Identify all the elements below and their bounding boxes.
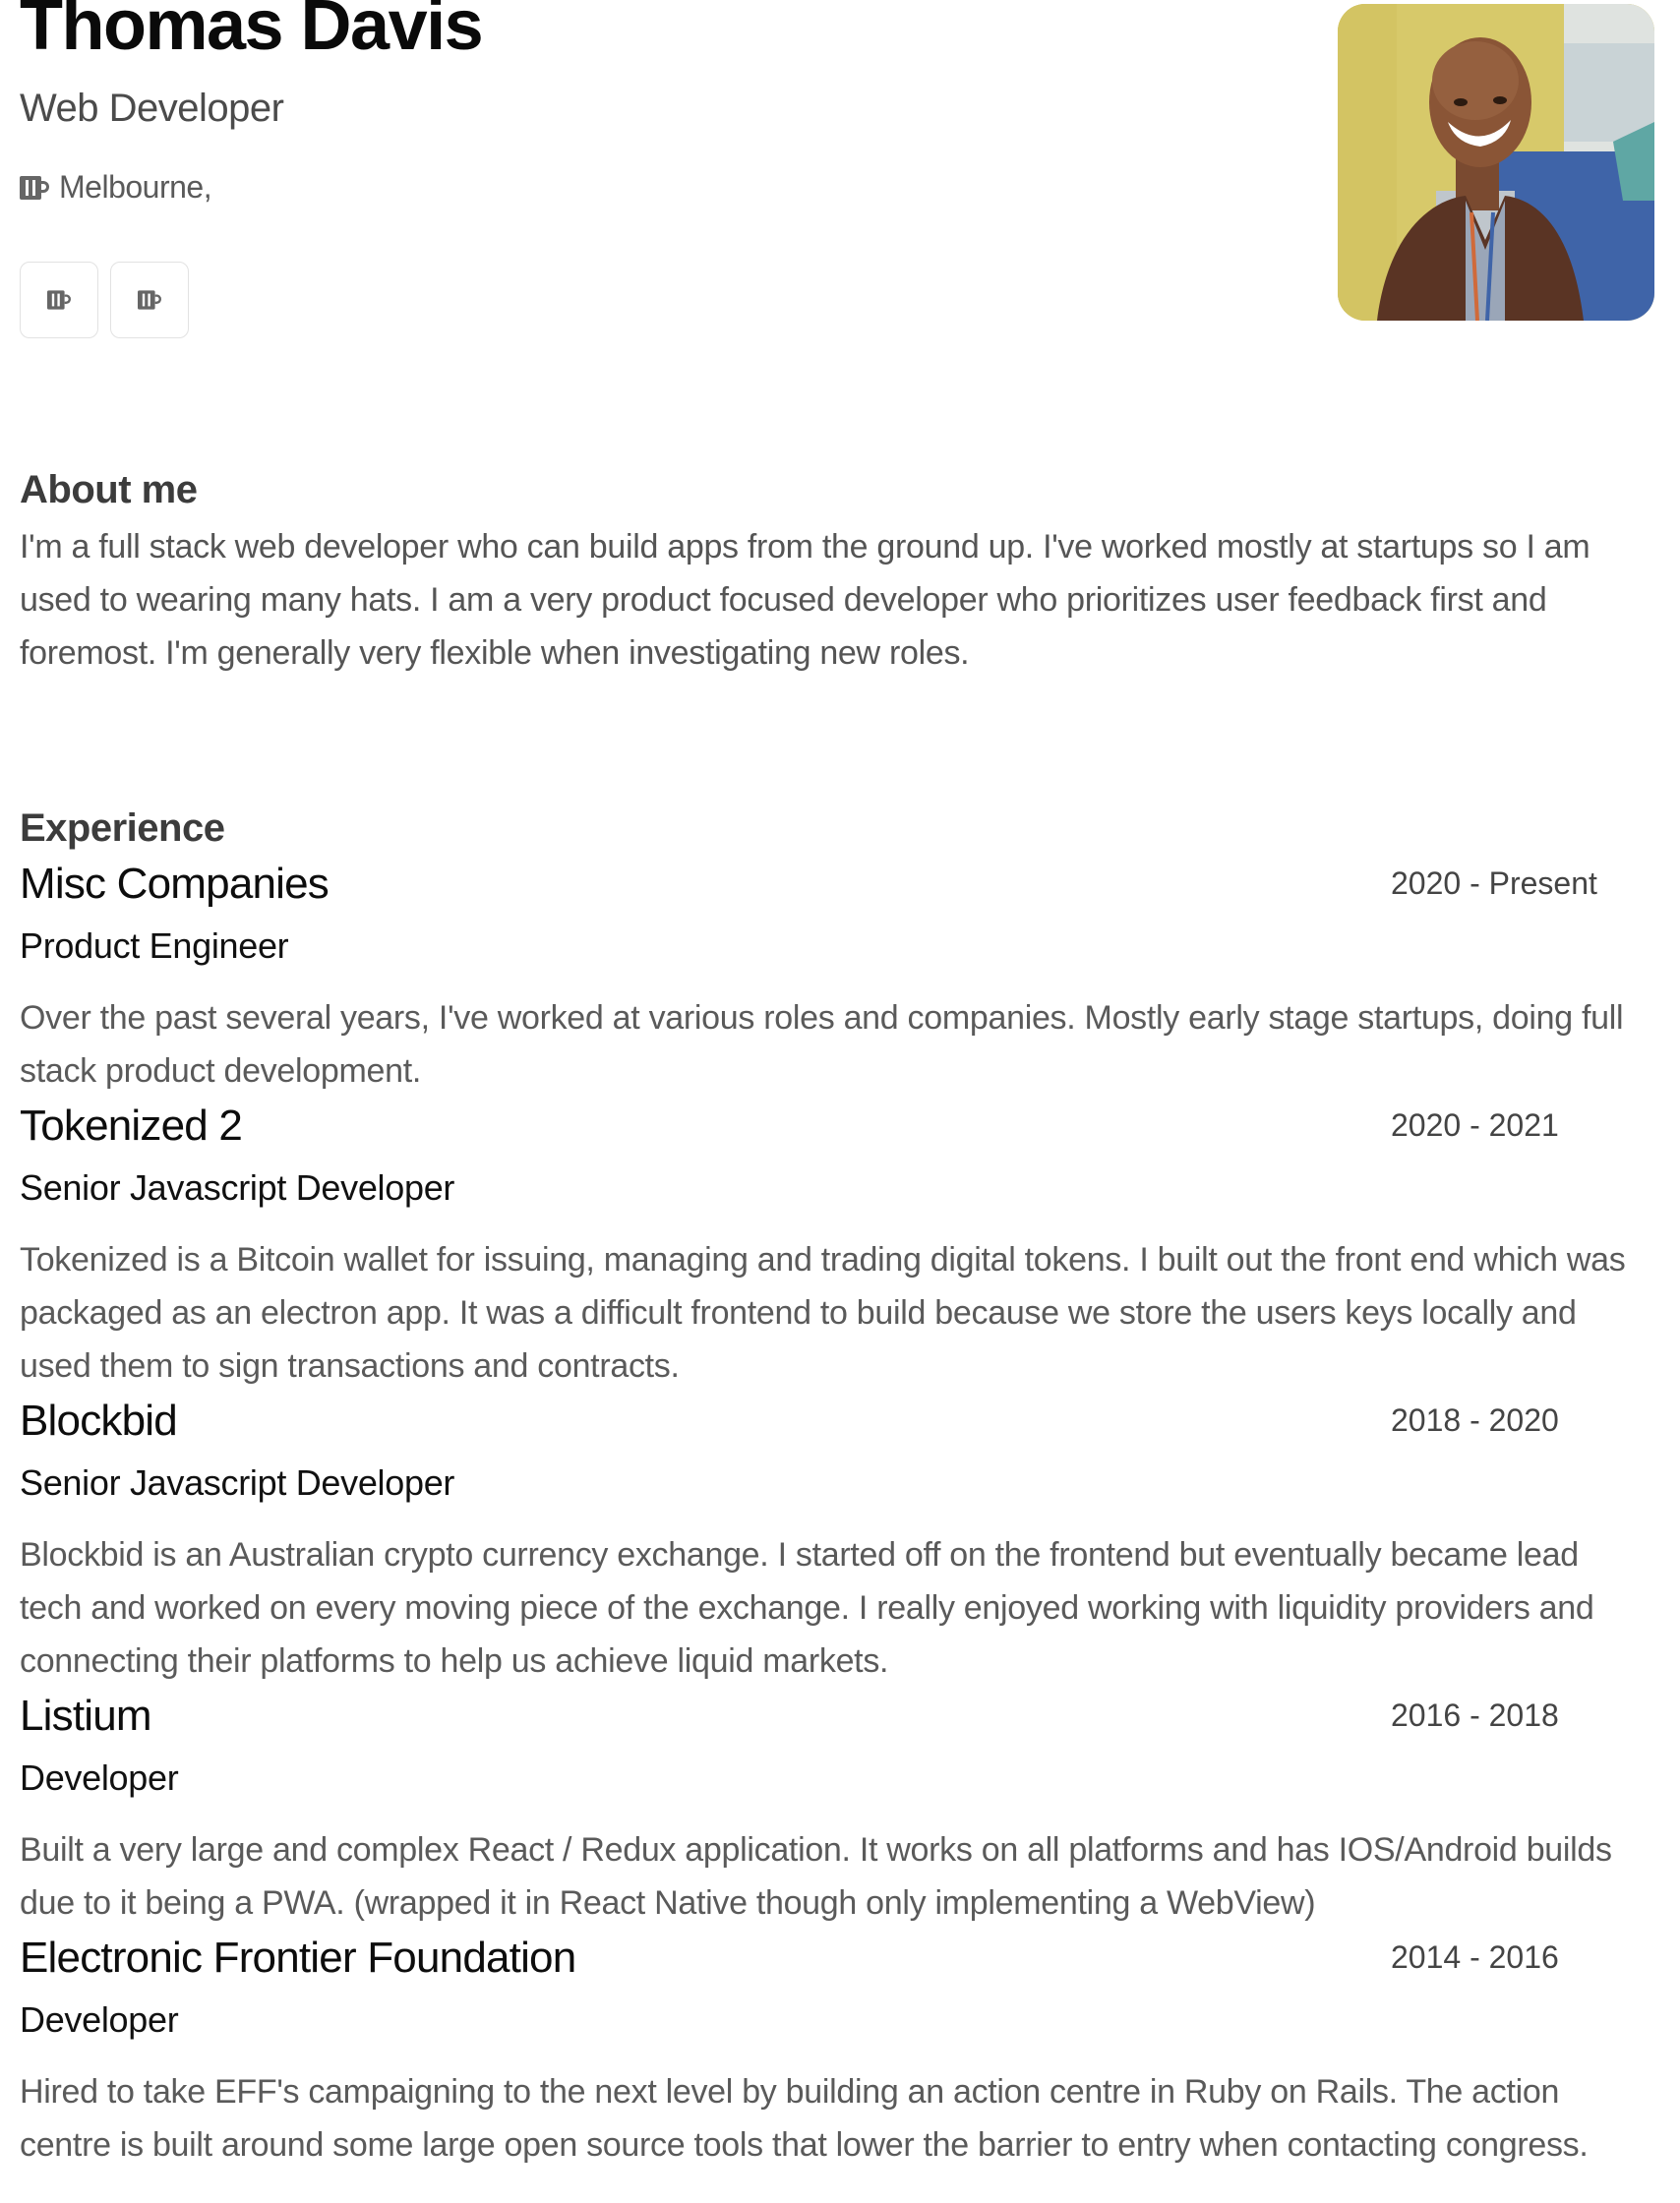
job-company: Listium xyxy=(20,1692,152,1740)
job-company: Blockbid xyxy=(20,1397,178,1445)
job-dates: 2020 - 2021 xyxy=(1391,1107,1559,1143)
job-entry: Listium 2016 - 2018 Developer Built a ve… xyxy=(20,1688,1643,1930)
mug-icon xyxy=(20,175,49,200)
mug-icon xyxy=(47,290,71,310)
job-entry: Tokenized 2 2020 - 2021 Senior Javascrip… xyxy=(20,1098,1643,1393)
social-link-button[interactable] xyxy=(20,262,98,338)
job-dates: 2018 - 2020 xyxy=(1391,1402,1559,1438)
job-company: Tokenized 2 xyxy=(20,1102,243,1150)
job-description: Tokenized is a Bitcoin wallet for issuin… xyxy=(20,1241,1626,1385)
job-company: Electronic Frontier Foundation xyxy=(20,1934,576,1982)
job-role: Senior Javascript Developer xyxy=(20,1462,455,1503)
job-role: Developer xyxy=(20,1757,179,1798)
job-dates: 2014 - 2016 xyxy=(1391,1939,1559,1975)
about-section: About me I'm a full stack web developer … xyxy=(20,468,1643,680)
job-role: Product Engineer xyxy=(20,925,289,966)
avatar-photo xyxy=(1338,4,1654,321)
job-entry: Blockbid 2018 - 2020 Senior Javascript D… xyxy=(20,1393,1643,1688)
job-description: Built a very large and complex React / R… xyxy=(20,1831,1612,1922)
job-dates: 2016 - 2018 xyxy=(1391,1697,1559,1733)
job-company: Misc Companies xyxy=(20,860,330,908)
job-entry: Misc Companies 2020 - Present Product En… xyxy=(20,856,1643,1098)
profile-location: Melbourne, xyxy=(20,169,212,206)
experience-section: Experience Misc Companies 2020 - Present… xyxy=(20,806,1643,2172)
experience-heading: Experience xyxy=(20,806,225,850)
social-link-button[interactable] xyxy=(110,262,189,338)
job-description: Hired to take EFF's campaigning to the n… xyxy=(20,2073,1589,2164)
profile-header: Thomas Davis Web Developer Melbourne, xyxy=(20,0,1654,393)
job-dates: 2020 - Present xyxy=(1391,865,1597,901)
social-links xyxy=(20,262,189,338)
job-description: Blockbid is an Australian crypto currenc… xyxy=(20,1536,1594,1680)
mug-icon xyxy=(138,290,161,310)
job-role: Developer xyxy=(20,1999,179,2040)
profile-title: Web Developer xyxy=(20,87,284,130)
location-text: Melbourne, xyxy=(59,169,212,205)
job-description: Over the past several years, I've worked… xyxy=(20,999,1624,1090)
avatar xyxy=(1338,4,1654,321)
resume-page: Thomas Davis Web Developer Melbourne, Ab… xyxy=(20,0,1654,2164)
job-entry: Electronic Frontier Foundation 2014 - 20… xyxy=(20,1930,1643,2172)
profile-name: Thomas Davis xyxy=(20,0,484,65)
job-role: Senior Javascript Developer xyxy=(20,1167,455,1208)
about-text: I'm a full stack web developer who can b… xyxy=(20,528,1590,672)
about-heading: About me xyxy=(20,468,198,511)
